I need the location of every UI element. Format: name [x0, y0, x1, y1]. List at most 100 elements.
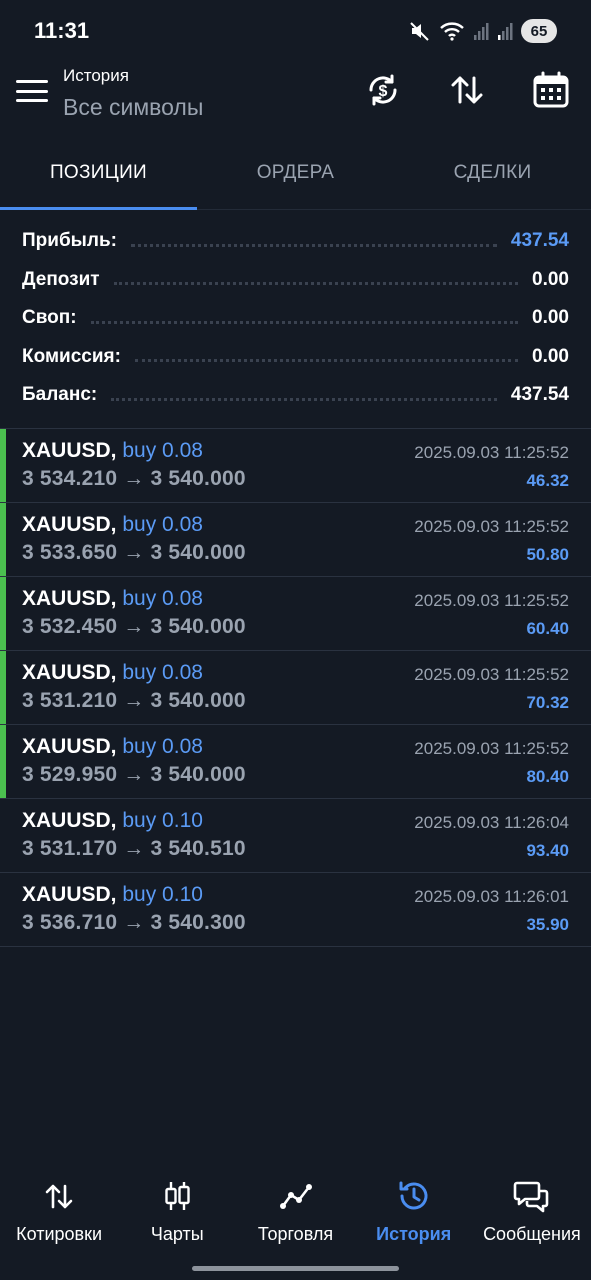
position-time: 2025.09.03 11:26:04 — [414, 813, 569, 832]
candlestick-chart-icon — [162, 1176, 192, 1216]
page-subtitle: История — [63, 66, 129, 85]
header: История Все символы $ — [0, 62, 591, 144]
menu-icon-line — [16, 89, 48, 93]
position-profit: 46.32 — [526, 471, 569, 490]
position-profit: 70.32 — [526, 693, 569, 712]
position-prices: 3 531.210 → 3 540.000 — [22, 689, 246, 712]
position-profit: 50.80 — [526, 545, 569, 564]
summary-row-deposit: Депозит 0.00 — [0, 261, 591, 300]
header-actions: $ — [363, 70, 571, 110]
summary-panel: Прибыль: 437.54 Депозит 0.00 Своп: 0.00 … — [0, 222, 591, 415]
swap-value: 0.00 — [532, 307, 569, 329]
position-profit: 80.40 — [526, 767, 569, 786]
currency-sync-icon: $ — [369, 74, 397, 106]
nav-trade[interactable]: Торговля — [236, 1176, 354, 1256]
nav-messages[interactable]: Сообщения — [473, 1176, 591, 1256]
nav-label: Торговля — [257, 1224, 334, 1244]
quotes-arrows-icon — [44, 1176, 74, 1216]
menu-icon-line — [16, 99, 48, 102]
position-time: 2025.09.03 11:26:01 — [414, 887, 569, 906]
position-time: 2025.09.03 11:25:52 — [414, 517, 569, 536]
battery-indicator: 65 — [521, 19, 557, 43]
deposit-label: Депозит — [22, 268, 100, 290]
position-symbol: XAUUSD, — [22, 735, 117, 758]
list-item[interactable]: XAUUSD, buy 0.08 3 534.210 → 3 540.000 2… — [0, 429, 591, 503]
position-profit: 60.40 — [526, 619, 569, 638]
wifi-icon — [440, 22, 464, 41]
position-title: XAUUSD, buy 0.08 — [22, 735, 203, 759]
history-clock-icon — [397, 1176, 431, 1216]
position-symbol: XAUUSD, — [22, 439, 117, 462]
position-time: 2025.09.03 11:25:52 — [414, 591, 569, 610]
trade-line-icon — [279, 1176, 313, 1216]
svg-text:$: $ — [379, 83, 388, 100]
status-bar: 11:31 65 — [0, 0, 591, 62]
symbol-filter[interactable]: Все символы — [63, 94, 203, 121]
list-item[interactable]: XAUUSD, buy 0.08 3 531.210 → 3 540.000 2… — [0, 651, 591, 725]
list-item[interactable]: XAUUSD, buy 0.10 3 531.170 → 3 540.510 2… — [0, 799, 591, 873]
dotted-leader — [130, 243, 497, 247]
position-prices: 3 534.210 → 3 540.000 — [22, 467, 246, 490]
status-time: 11:31 — [34, 18, 90, 43]
currency-refresh-button[interactable]: $ — [363, 70, 403, 110]
position-profit: 93.40 — [526, 841, 569, 860]
sort-button[interactable] — [447, 70, 487, 110]
position-title: XAUUSD, buy 0.10 — [22, 809, 203, 833]
positions-list: XAUUSD, buy 0.08 3 534.210 → 3 540.000 2… — [0, 428, 591, 947]
calendar-icon — [533, 71, 569, 108]
position-profit: 35.90 — [526, 915, 569, 934]
list-item[interactable]: XAUUSD, buy 0.08 3 533.650 → 3 540.000 2… — [0, 503, 591, 577]
position-side: buy 0.08 — [122, 661, 203, 684]
position-prices: 3 533.650 → 3 540.000 — [22, 541, 246, 564]
dotted-leader — [111, 397, 497, 401]
list-item[interactable]: XAUUSD, buy 0.08 3 532.450 → 3 540.000 2… — [0, 577, 591, 651]
position-title: XAUUSD, buy 0.08 — [22, 513, 203, 537]
list-item[interactable]: XAUUSD, buy 0.10 3 536.710 → 3 540.300 2… — [0, 873, 591, 947]
deposit-value: 0.00 — [532, 268, 569, 290]
position-symbol: XAUUSD, — [22, 809, 117, 832]
balance-label: Баланс: — [22, 384, 98, 406]
calendar-button[interactable] — [531, 70, 571, 110]
position-time: 2025.09.03 11:25:52 — [414, 443, 569, 462]
nav-quotes[interactable]: Котировки — [0, 1176, 118, 1256]
position-prices: 3 536.710 → 3 540.300 — [22, 911, 246, 934]
position-title: XAUUSD, buy 0.08 — [22, 661, 203, 685]
summary-row-commission: Комиссия: 0.00 — [0, 338, 591, 377]
home-indicator[interactable] — [192, 1266, 399, 1271]
menu-button[interactable] — [14, 76, 50, 106]
nav-label: История — [376, 1224, 452, 1244]
menu-icon-line — [16, 80, 48, 83]
signal-icon-2 — [498, 23, 513, 40]
nav-label: Чарты — [150, 1224, 204, 1244]
position-time: 2025.09.03 11:25:52 — [414, 739, 569, 758]
commission-label: Комиссия: — [22, 345, 121, 367]
balance-value: 437.54 — [510, 384, 569, 406]
nav-charts[interactable]: Чарты — [118, 1176, 236, 1256]
summary-row-profit: Прибыль: 437.54 — [0, 222, 591, 261]
dotted-leader — [90, 320, 519, 324]
position-time: 2025.09.03 11:25:52 — [414, 665, 569, 684]
position-title: XAUUSD, buy 0.08 — [22, 439, 203, 463]
history-tabs: ПОЗИЦИИ ОРДЕРА СДЕЛКИ — [0, 144, 591, 210]
dotted-leader — [134, 359, 519, 363]
position-symbol: XAUUSD, — [22, 587, 117, 610]
tab-positions[interactable]: ПОЗИЦИИ — [0, 144, 197, 210]
summary-row-balance: Баланс: 437.54 — [0, 376, 591, 415]
nav-history[interactable]: История — [355, 1176, 473, 1256]
list-item[interactable]: XAUUSD, buy 0.08 3 529.950 → 3 540.000 2… — [0, 725, 591, 799]
dotted-leader — [113, 282, 519, 286]
tab-orders[interactable]: ОРДЕРА — [197, 144, 394, 209]
position-symbol: XAUUSD, — [22, 661, 117, 684]
position-prices: 3 532.450 → 3 540.000 — [22, 615, 246, 638]
sort-arrows-icon — [451, 76, 483, 104]
swap-label: Своп: — [22, 307, 77, 329]
status-icons: 65 — [409, 18, 557, 44]
nav-label: Сообщения — [483, 1224, 581, 1244]
profit-value: 437.54 — [510, 230, 569, 252]
position-prices: 3 529.950 → 3 540.000 — [22, 763, 246, 786]
chat-bubbles-icon — [513, 1176, 551, 1216]
position-side: buy 0.10 — [122, 883, 203, 906]
tab-deals[interactable]: СДЕЛКИ — [394, 144, 591, 209]
position-side: buy 0.08 — [122, 587, 203, 610]
position-side: buy 0.08 — [122, 513, 203, 536]
